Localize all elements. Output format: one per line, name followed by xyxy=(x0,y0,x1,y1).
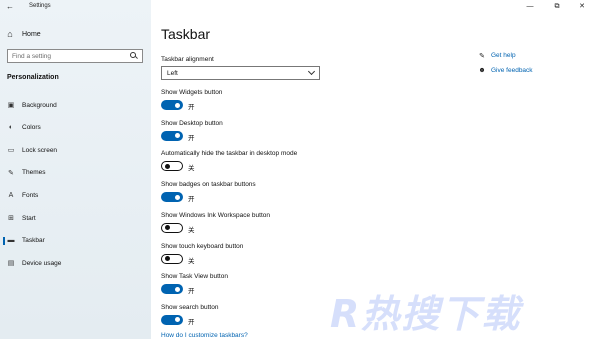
navigation-pane: ← Settings ⌂ Home Find a setting Persona… xyxy=(0,0,151,339)
setting-label: Show Widgets button xyxy=(161,89,223,96)
background-icon: ▣ xyxy=(7,102,15,109)
toggle-knob xyxy=(164,163,170,169)
chevron-down-icon xyxy=(307,67,316,76)
setting-label: Show Desktop button xyxy=(161,119,223,127)
selection-indicator xyxy=(3,146,5,154)
setting-label: Show search button xyxy=(161,303,219,311)
setting-label: Show Windows Ink Workspace button xyxy=(161,211,270,219)
taskbar-icon: ▬ xyxy=(7,237,15,245)
toggle-state-text: 关 xyxy=(188,226,195,234)
toggle-state-text: 开 xyxy=(188,196,195,204)
toggle-switch[interactable] xyxy=(161,222,183,233)
sidebar-item-label: Lock screen xyxy=(22,146,58,154)
toggle-knob xyxy=(175,102,180,108)
toggle-knob xyxy=(175,133,180,139)
toggle-state-text: 开 xyxy=(188,288,195,296)
app-title: Settings xyxy=(29,3,51,9)
home-label: Home xyxy=(22,30,41,38)
lock-screen-icon: ▭ xyxy=(7,147,15,155)
section-title: Personalization xyxy=(7,74,59,81)
themes-icon: ✎ xyxy=(8,169,14,177)
start-icon: ⊞ xyxy=(8,215,14,222)
sidebar-item-label: Taskbar xyxy=(22,237,45,245)
sidebar-item-themes[interactable]: ✎ Themes xyxy=(0,166,151,180)
selection-indicator xyxy=(3,101,5,109)
selection-indicator xyxy=(3,124,5,132)
sidebar-item-label: Colors xyxy=(22,124,41,132)
toggle-state-text: 开 xyxy=(188,318,195,326)
toggle-state-text: 开 xyxy=(188,104,195,111)
sidebar-item-label: Fonts xyxy=(22,191,39,199)
toggle-switch[interactable] xyxy=(161,100,183,110)
toggle-switch[interactable] xyxy=(161,192,183,203)
watermark-logo: R热搜下载 xyxy=(330,292,522,336)
toggle-knob xyxy=(164,224,170,230)
back-arrow-icon[interactable]: ← xyxy=(5,2,15,12)
alignment-value: Left xyxy=(167,69,178,77)
alignment-dropdown[interactable]: Left xyxy=(161,66,320,80)
search-input[interactable]: Find a setting xyxy=(12,53,130,60)
sidebar-item-fonts[interactable]: A Fonts xyxy=(0,188,151,202)
sidebar-item-start[interactable]: ⊞ Start xyxy=(0,211,151,225)
sidebar-item-label: Background xyxy=(22,101,57,109)
get-help-link[interactable]: Get help xyxy=(491,52,516,59)
toggle-state-text: 开 xyxy=(188,134,195,142)
give-feedback-link[interactable]: Give feedback xyxy=(491,67,533,74)
selection-indicator xyxy=(3,236,5,245)
fonts-icon: A xyxy=(8,191,14,199)
restore-button[interactable]: ⧉ xyxy=(547,1,567,13)
toggle-switch[interactable] xyxy=(161,130,183,141)
setting-label: Automatically hide the taskbar in deskto… xyxy=(161,150,298,158)
toggle-switch[interactable] xyxy=(161,253,183,264)
toggle-knob xyxy=(175,317,180,323)
toggle-state-text: 关 xyxy=(188,165,195,173)
minimize-icon: — xyxy=(526,3,534,10)
selection-indicator xyxy=(3,259,5,267)
page-title: Taskbar xyxy=(161,26,211,42)
sidebar-item-lock-screen[interactable]: ▭ Lock screen xyxy=(0,143,151,157)
sidebar-item-device-usage[interactable]: ▤ Device usage xyxy=(0,256,151,270)
customize-taskbars-link[interactable]: How do I customize taskbars? xyxy=(161,332,248,339)
search-icon[interactable] xyxy=(130,52,138,60)
toggle-switch[interactable] xyxy=(161,314,183,325)
sidebar-item-label: Device usage xyxy=(22,259,62,267)
selection-indicator xyxy=(3,214,5,222)
close-icon: ✕ xyxy=(579,3,585,10)
restore-icon: ⧉ xyxy=(554,3,560,10)
sidebar-item-background[interactable]: ▣ Background xyxy=(0,98,151,112)
minimize-button[interactable]: — xyxy=(520,1,540,13)
sidebar-item-label: Themes xyxy=(22,169,46,177)
sidebar-item-label: Start xyxy=(22,214,36,222)
device-usage-icon: ▤ xyxy=(7,260,15,268)
toggle-switch[interactable] xyxy=(161,284,183,295)
selection-indicator xyxy=(3,191,5,199)
toggle-knob xyxy=(175,194,180,200)
toggle-knob xyxy=(164,255,170,261)
setting-label: Show Task View button xyxy=(161,273,228,281)
home-icon: ⌂ xyxy=(7,29,13,39)
search-box[interactable]: Find a setting xyxy=(7,49,143,63)
colors-icon: ◐ xyxy=(8,124,14,132)
selection-indicator xyxy=(3,169,5,177)
get-help-icon: ✎ xyxy=(479,53,485,60)
toggle-state-text: 关 xyxy=(188,257,195,265)
setting-label: Show badges on taskbar buttons xyxy=(161,181,256,189)
setting-label: Show touch keyboard button xyxy=(161,242,244,250)
sidebar-item-taskbar[interactable]: ▬ Taskbar xyxy=(0,234,151,248)
title-bar: ← Settings xyxy=(0,0,151,14)
sidebar-item-colors[interactable]: ◐ Colors xyxy=(0,121,151,135)
give-feedback-icon: ☻ xyxy=(478,67,486,74)
close-button[interactable]: ✕ xyxy=(572,1,592,13)
home-nav-item[interactable]: ⌂ Home xyxy=(5,28,145,40)
alignment-label: Taskbar alignment xyxy=(161,56,214,63)
toggle-knob xyxy=(175,286,180,292)
toggle-switch[interactable] xyxy=(161,161,183,172)
